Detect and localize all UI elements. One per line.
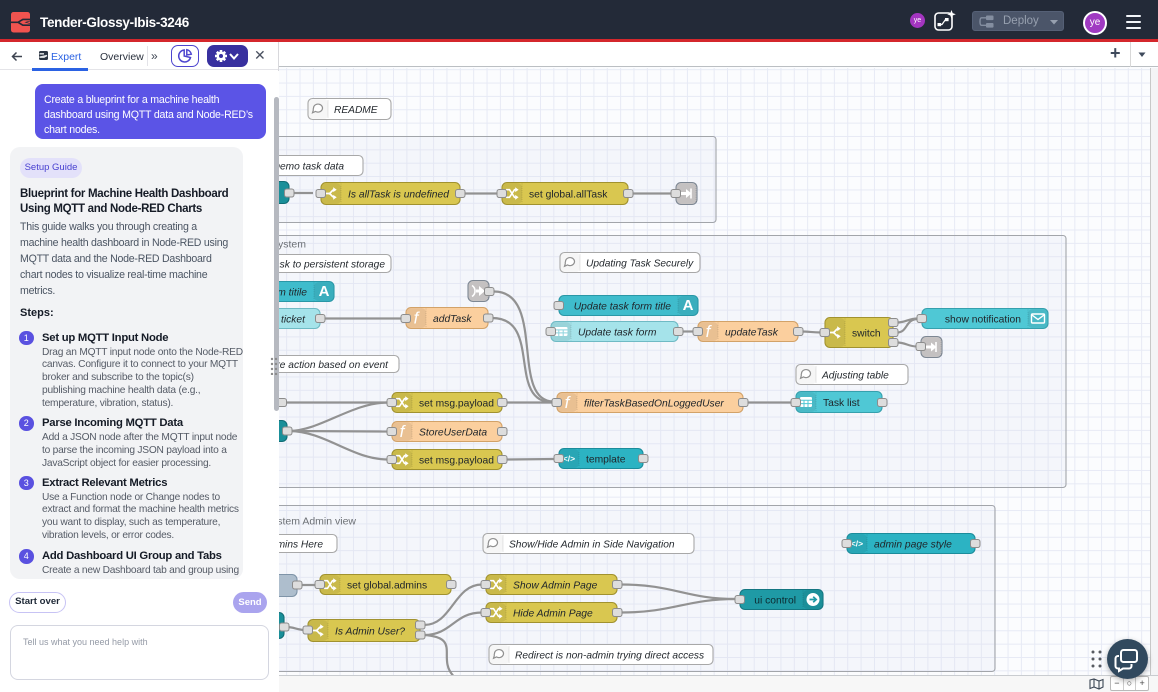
svg-text:set global.admins: set global.admins xyxy=(347,580,427,591)
svg-text:updateTask: updateTask xyxy=(725,327,779,338)
svg-text:switch: switch xyxy=(852,328,881,339)
svg-text:template: template xyxy=(586,454,626,465)
svg-text:</>: </> xyxy=(851,538,863,548)
svg-text:Show/Hide Admin in Side Naviga: Show/Hide Admin in Side Navigation xyxy=(509,539,675,550)
svg-text:set global.allTask: set global.allTask xyxy=(529,189,608,200)
svg-text:Show Admin Page: Show Admin Page xyxy=(513,580,598,591)
svg-text:Take action based on event: Take action based on event xyxy=(264,359,389,370)
svg-text:README: README xyxy=(334,104,378,115)
svg-text:addTask: addTask xyxy=(433,313,472,324)
svg-text:StoreUserData: StoreUserData xyxy=(419,427,487,438)
svg-text:set msg.payload: set msg.payload xyxy=(419,455,494,466)
svg-text:Hide Admin Page: Hide Admin Page xyxy=(513,608,593,619)
svg-text:A: A xyxy=(683,297,694,314)
svg-text:Is allTask is undefined: Is allTask is undefined xyxy=(348,189,449,200)
svg-text:Update task form title: Update task form title xyxy=(574,301,672,312)
svg-text:Redirect is non-admin trying d: Redirect is non-admin trying direct acce… xyxy=(515,650,704,661)
svg-text:Demo task data: Demo task data xyxy=(273,161,345,172)
svg-text:Task list: Task list xyxy=(823,397,860,408)
svg-text:</>: </> xyxy=(563,453,575,463)
svg-text:show notification: show notification xyxy=(945,314,1021,325)
svg-text:Is Admin User?: Is Admin User? xyxy=(335,626,405,637)
svg-text:Adjusting table: Adjusting table xyxy=(821,370,889,381)
svg-text:A: A xyxy=(319,283,330,300)
svg-text:filterTaskBasedOnLoggedUser: filterTaskBasedOnLoggedUser xyxy=(584,398,724,409)
svg-text:Updating Task Securely: Updating Task Securely xyxy=(586,258,694,269)
svg-text:admin page style: admin page style xyxy=(874,539,952,550)
svg-text:set msg.payload: set msg.payload xyxy=(419,398,494,409)
svg-text:Update task form: Update task form xyxy=(578,327,657,338)
svg-text:ui control: ui control xyxy=(754,595,796,606)
